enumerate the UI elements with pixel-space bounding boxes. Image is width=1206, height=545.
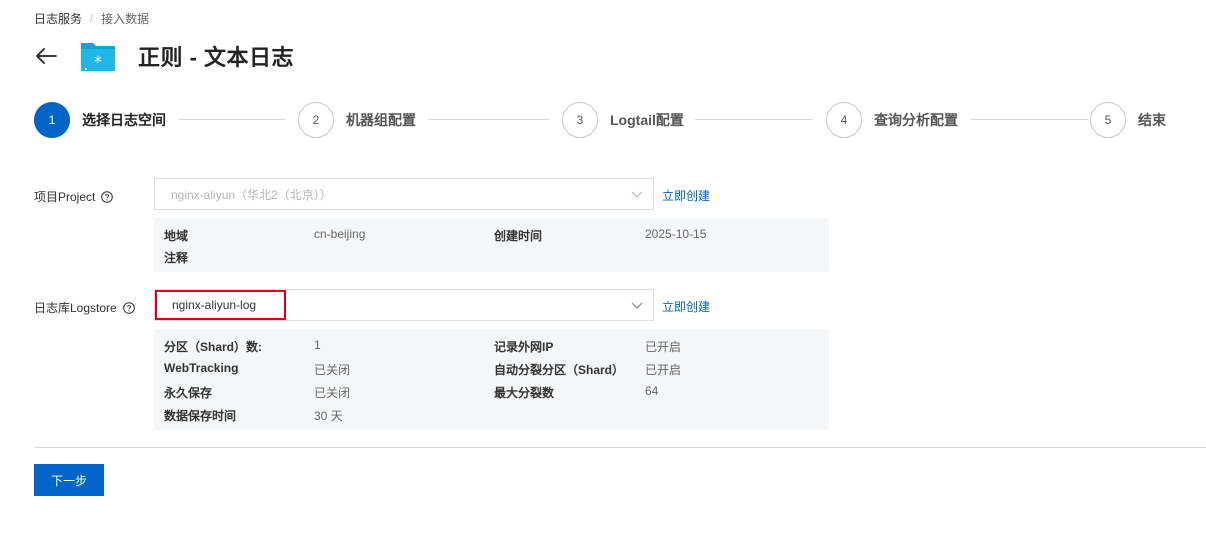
project-select[interactable]: nginx-aliyun（华北2（北京）） [154, 178, 654, 210]
step-connector [695, 119, 813, 120]
step-connector [428, 119, 550, 120]
step-label: 机器组配置 [346, 112, 416, 128]
breadcrumb-log-service[interactable]: 日志服务 [34, 10, 82, 27]
step-2: 2 机器组配置 [298, 102, 416, 138]
step-5: 5 结束 [1090, 102, 1166, 138]
step-number: 2 [298, 102, 334, 138]
folder-icon: * [80, 39, 116, 73]
next-step-button[interactable]: 下一步 [34, 464, 104, 496]
step-number: 5 [1090, 102, 1126, 138]
webtracking-key: WebTracking [164, 361, 239, 375]
project-info-panel: 地域 cn-beijing 创建时间 2025-10-15 注释 [154, 218, 829, 272]
logstore-select[interactable]: nginx-aliyun-log [154, 289, 654, 321]
arrow-left-icon [36, 48, 57, 64]
step-connector [178, 119, 286, 120]
chevron-down-icon [631, 191, 643, 198]
logstore-label: 日志库Logstore [34, 299, 135, 316]
step-label: 结束 [1138, 112, 1166, 128]
step-label: 选择日志空间 [82, 112, 166, 128]
step-number: 1 [34, 102, 70, 138]
step-label: 查询分析配置 [874, 112, 958, 128]
autosplit-value: 已开启 [645, 363, 682, 377]
page-title: 正则 - 文本日志 [138, 45, 295, 70]
created-key: 创建时间 [494, 229, 543, 243]
region-value: cn-beijing [314, 227, 366, 241]
step-3: 3 Logtail配置 [562, 102, 684, 138]
create-logstore-link[interactable]: 立即创建 [662, 298, 710, 315]
svg-text:*: * [94, 52, 102, 71]
step-label: Logtail配置 [610, 112, 684, 128]
back-button[interactable] [34, 44, 58, 68]
breadcrumb-separator: / [90, 12, 94, 25]
step-connector [970, 119, 1088, 120]
maxsplit-value: 64 [645, 384, 659, 398]
divider [34, 447, 1206, 448]
shard-key: 分区（Shard）数: [164, 340, 263, 354]
project-select-value: nginx-aliyun（华北2（北京）） [171, 187, 332, 202]
page-header: * 正则 - 文本日志 [34, 36, 294, 76]
ip-value: 已开启 [645, 340, 682, 354]
chevron-down-icon [631, 302, 643, 309]
step-1: 1 选择日志空间 [34, 102, 166, 138]
note-key: 注释 [164, 251, 189, 265]
step-progress: 1 选择日志空间 2 机器组配置 3 Logtail配置 4 查询分析配置 5 … [34, 102, 1174, 138]
create-project-link[interactable]: 立即创建 [662, 187, 710, 204]
breadcrumb: 日志服务 / 接入数据 [34, 10, 149, 27]
step-number: 4 [826, 102, 862, 138]
maxsplit-key: 最大分裂数 [494, 386, 555, 400]
permanent-value: 已关闭 [314, 386, 351, 400]
help-icon[interactable] [101, 190, 114, 203]
shard-value: 1 [314, 338, 321, 352]
retention-key: 数据保存时间 [164, 409, 237, 423]
logstore-info-panel: 分区（Shard）数: 1 记录外网IP 已开启 WebTracking 已关闭… [154, 329, 829, 430]
logstore-select-value: nginx-aliyun-log [155, 290, 286, 320]
retention-value: 30 天 [314, 409, 343, 423]
project-label: 项目Project [34, 188, 114, 205]
region-key: 地域 [164, 229, 189, 243]
permanent-key: 永久保存 [164, 386, 213, 400]
logstore-label-text: 日志库Logstore [34, 301, 117, 315]
step-number: 3 [562, 102, 598, 138]
step-4: 4 查询分析配置 [826, 102, 958, 138]
project-label-text: 项目Project [34, 190, 96, 204]
help-icon[interactable] [122, 301, 135, 314]
created-value: 2025-10-15 [645, 227, 707, 241]
webtracking-value: 已关闭 [314, 363, 351, 377]
ip-key: 记录外网IP [494, 340, 554, 354]
autosplit-key: 自动分裂分区（Shard） [494, 363, 625, 377]
breadcrumb-current: 接入数据 [101, 12, 150, 26]
